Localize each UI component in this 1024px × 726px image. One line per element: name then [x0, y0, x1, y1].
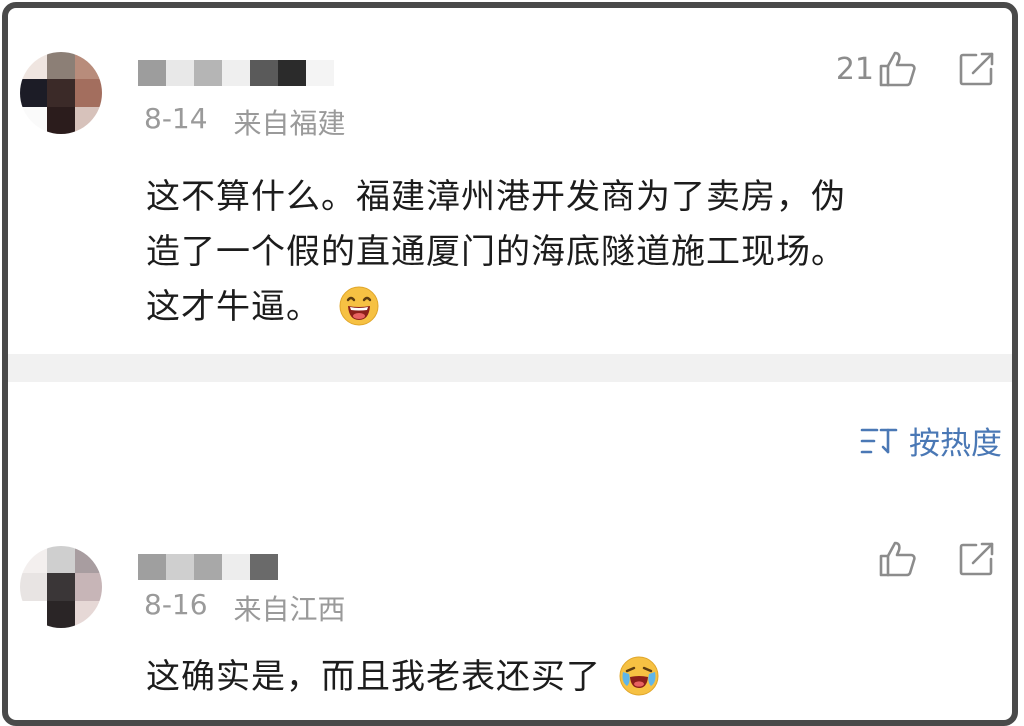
comment-actions: 21	[836, 50, 996, 88]
comment-body: 这不算什么。福建漳州港开发商为了卖房，伪 造了一个假的直通厦门的海底隧道施工现场…	[146, 170, 976, 335]
like-count: 21	[835, 51, 874, 87]
comment-line: 这确实是，而且我老表还买了	[146, 657, 601, 697]
thumbs-up-icon[interactable]	[878, 540, 918, 578]
sort-label: 按热度	[909, 426, 1002, 462]
laughing-emoji-icon	[339, 286, 379, 326]
avatar[interactable]	[20, 546, 102, 628]
section-divider	[8, 354, 1012, 382]
comment-meta: 8-14 来自福建	[144, 102, 346, 142]
comment-actions	[878, 540, 996, 578]
comment-line: 这不算什么。福建漳州港开发商为了卖房，伪	[146, 177, 846, 217]
username-pixelated[interactable]	[138, 554, 278, 580]
comment-date: 8-14	[144, 102, 208, 135]
comment-list: 8-14 来自福建 21 这不算什么。福建漳州港开发商为了卖房，伪 造了一个假的…	[2, 2, 1018, 726]
comment-date: 8-16	[144, 588, 208, 621]
comment-line: 造了一个假的直通厦门的海底隧道施工现场。	[146, 232, 846, 272]
comment-location: 来自江西	[233, 593, 346, 626]
crying-laughing-emoji-icon	[619, 656, 659, 696]
comment-item: 8-14 来自福建 21 这不算什么。福建漳州港开发商为了卖房，伪 造了一个假的…	[8, 8, 1012, 354]
username-pixelated[interactable]	[138, 60, 334, 86]
avatar[interactable]	[20, 52, 102, 134]
comment-line-last: 这才牛逼。	[146, 280, 976, 335]
comment-item: 8-16 来自江西 这确实是，而且我老表还买了	[8, 524, 1012, 720]
sort-toggle[interactable]: 按热度	[859, 418, 1002, 463]
share-icon[interactable]	[958, 541, 996, 577]
thumbs-up-icon[interactable]	[878, 50, 918, 88]
comment-line: 这才牛逼。	[146, 287, 321, 327]
share-icon[interactable]	[958, 51, 996, 87]
comment-location: 来自福建	[233, 107, 346, 140]
sort-icon	[859, 426, 899, 456]
comment-meta: 8-16 来自江西	[144, 588, 346, 628]
comment-body: 这确实是，而且我老表还买了	[146, 650, 976, 705]
